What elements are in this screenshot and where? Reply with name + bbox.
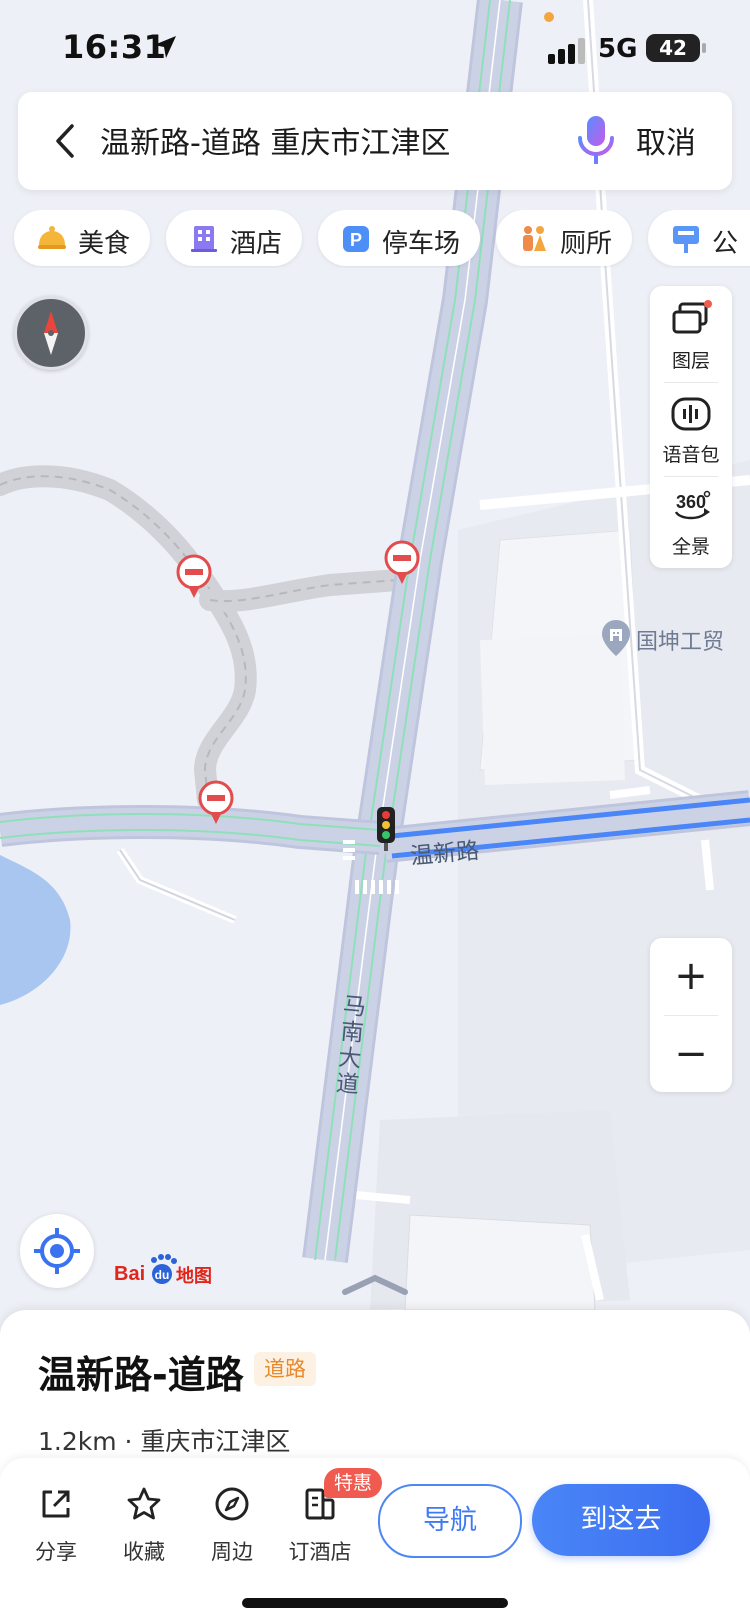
- chip-hotel[interactable]: 酒店: [166, 210, 302, 266]
- voice-pack-button[interactable]: 语音包: [650, 384, 732, 476]
- back-icon[interactable]: [46, 118, 86, 164]
- svg-text:360: 360: [676, 492, 706, 512]
- place-type-tag: 道路: [254, 1352, 316, 1386]
- share-button[interactable]: 分享: [16, 1486, 96, 1566]
- compass-button[interactable]: [14, 296, 88, 370]
- tool-label: 全景: [671, 536, 710, 558]
- zoom-in-button[interactable]: +: [650, 938, 732, 1014]
- voice-pack-icon: [671, 397, 711, 431]
- promo-badge: 特惠: [324, 1468, 383, 1498]
- panorama-button[interactable]: 360 全景: [650, 476, 732, 568]
- no-entry-marker: [198, 780, 234, 828]
- place-title: 温新路-道路: [38, 1353, 244, 1397]
- compass-needle-icon: [44, 311, 58, 355]
- svg-text:du: du: [155, 1268, 170, 1282]
- chip-label: 厕所: [560, 229, 613, 259]
- poi-pin-icon: [600, 618, 632, 658]
- tool-label: 语音包: [662, 444, 720, 466]
- action-label: 周边: [211, 1540, 253, 1564]
- zoom-controls: + −: [650, 938, 732, 1092]
- compass-nearby-icon: [215, 1487, 249, 1521]
- favorite-button[interactable]: 收藏: [104, 1486, 184, 1566]
- status-time: 16:31: [62, 28, 167, 66]
- svg-text:P: P: [350, 230, 362, 250]
- book-hotel-button[interactable]: 订酒店: [280, 1486, 360, 1566]
- star-icon: [127, 1487, 161, 1520]
- privacy-indicator: [544, 12, 554, 22]
- bus-stop-icon: [673, 226, 699, 253]
- svg-text:地图: 地图: [176, 1265, 212, 1287]
- share-icon: [42, 1490, 70, 1518]
- food-icon: [38, 226, 66, 249]
- microphone-icon[interactable]: [574, 114, 618, 168]
- chip-label: 美食: [78, 229, 131, 259]
- home-indicator[interactable]: [242, 1598, 508, 1608]
- crosshair-icon: [34, 1228, 80, 1274]
- place-subtitle: 1.2km · 重庆市江津区: [38, 1427, 291, 1456]
- network-type: 5G: [598, 34, 638, 64]
- navigate-button[interactable]: 导航: [378, 1484, 522, 1558]
- chip-food[interactable]: 美食: [14, 210, 150, 266]
- chip-label: 停车场: [382, 229, 461, 259]
- layers-button[interactable]: 图层: [650, 290, 732, 382]
- no-entry-marker: [384, 540, 420, 588]
- no-entry-marker: [176, 554, 212, 602]
- map-tools-panel: 图层 语音包 360 全景: [650, 286, 732, 568]
- status-bar: 16:31 5G 42: [0, 0, 750, 90]
- cancel-button[interactable]: 取消: [636, 118, 696, 162]
- action-label: 收藏: [123, 1540, 165, 1564]
- battery-level: 42: [646, 34, 700, 62]
- signal-icon: [548, 38, 585, 64]
- traffic-light-icon: [376, 806, 396, 852]
- chip-toilet[interactable]: 厕所: [496, 210, 632, 266]
- action-label: 订酒店: [288, 1540, 352, 1564]
- chip-bus-stop[interactable]: 公: [648, 210, 750, 266]
- panorama-360-icon: 360: [674, 490, 711, 520]
- chip-label: 酒店: [230, 229, 283, 259]
- chip-label: 公: [712, 229, 739, 259]
- svg-text:Bai: Bai: [114, 1263, 145, 1285]
- parking-icon: P: [343, 226, 369, 252]
- chip-parking[interactable]: P 停车场: [318, 210, 480, 266]
- road-label-wenxin: 温新路: [409, 838, 481, 870]
- divider: [664, 382, 718, 383]
- battery-tip: [702, 43, 706, 53]
- tool-label: 图层: [671, 350, 710, 372]
- locate-me-button[interactable]: [20, 1214, 94, 1288]
- zoom-out-button[interactable]: −: [650, 1016, 732, 1092]
- location-arrow-icon: [154, 36, 176, 58]
- nearby-button[interactable]: 周边: [192, 1486, 272, 1566]
- action-label: 分享: [35, 1540, 77, 1564]
- layers-icon: [672, 300, 712, 334]
- go-here-button[interactable]: 到这去: [532, 1484, 710, 1556]
- search-input[interactable]: 温新路-道路 重庆市江津区: [100, 118, 450, 162]
- category-chips: 美食 酒店 P 停车场 厕所 公: [0, 210, 750, 268]
- toilet-icon: [523, 226, 546, 251]
- poi-label: 国坤工贸: [636, 630, 725, 655]
- hotel-icon: [191, 226, 217, 252]
- baidu-map-logo: Bai du 地图: [114, 1254, 212, 1287]
- search-bar[interactable]: 温新路-道路 重庆市江津区 取消: [18, 92, 732, 190]
